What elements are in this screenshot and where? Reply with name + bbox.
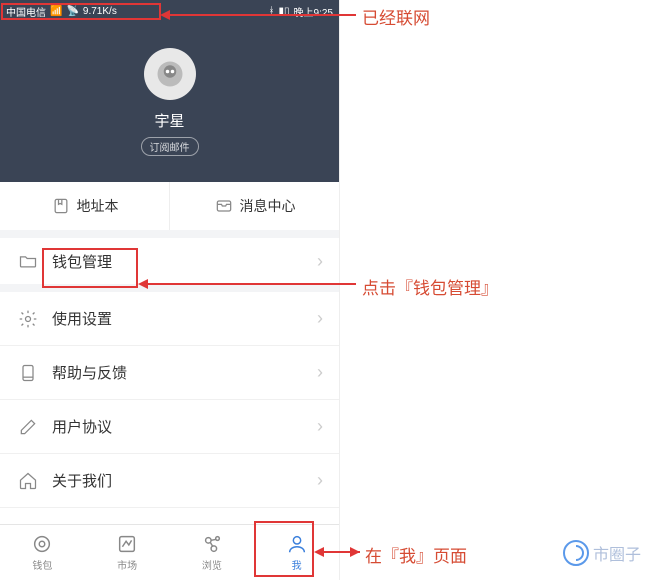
net-speed: 9.71K/s <box>83 6 117 17</box>
carrier-label: 中国电信 <box>6 4 46 19</box>
bookmark-icon <box>51 196 71 216</box>
inbox-icon <box>214 196 234 216</box>
avatar[interactable] <box>144 48 196 100</box>
annotation-networked-label: 已经联网 <box>362 4 430 29</box>
menu-about-us[interactable]: 关于我们 › <box>0 454 339 508</box>
menu-list: 钱包管理 › 使用设置 › 帮助与反馈 › 用户协议 › <box>0 238 339 508</box>
folder-icon <box>18 251 38 271</box>
message-center-label: 消息中心 <box>240 196 296 216</box>
watermark-text: 市圈子 <box>593 541 641 565</box>
me-tab-icon <box>286 533 308 555</box>
battery-icon: ▮▯ <box>279 6 290 17</box>
menu-help-feedback[interactable]: 帮助与反馈 › <box>0 346 339 400</box>
wifi-icon: 📡 <box>66 6 78 17</box>
quick-row: 地址本 消息中心 <box>0 182 339 238</box>
menu-wallet-manage[interactable]: 钱包管理 › <box>0 238 339 292</box>
tab-market-label: 市场 <box>117 557 137 572</box>
profile-header: 宇星 订阅邮件 <box>0 22 339 182</box>
edit-icon <box>18 417 38 437</box>
tab-me[interactable]: 我 <box>254 525 339 580</box>
chevron-right-icon: › <box>317 251 323 272</box>
tab-browse-label: 浏览 <box>202 557 222 572</box>
address-book-label: 地址本 <box>77 196 119 216</box>
market-tab-icon <box>116 533 138 555</box>
menu-usage-settings[interactable]: 使用设置 › <box>0 292 339 346</box>
menu-wallet-manage-label: 钱包管理 <box>52 251 112 272</box>
status-left: 中国电信 📶 📡 9.71K/s <box>6 4 117 19</box>
browse-tab-icon <box>201 533 223 555</box>
home-icon <box>18 471 38 491</box>
tab-wallet[interactable]: 钱包 <box>0 525 85 580</box>
annotation-click-wallet-label: 点击『钱包管理』 <box>362 274 498 299</box>
tab-browse[interactable]: 浏览 <box>170 525 255 580</box>
address-book-button[interactable]: 地址本 <box>0 182 169 230</box>
tab-bar: 钱包 市场 浏览 我 <box>0 524 339 580</box>
status-right: ᚼ ▮▯ 晚上9:25 <box>269 4 333 19</box>
chevron-right-icon: › <box>317 362 323 383</box>
username-label: 宇星 <box>154 110 184 131</box>
avatar-robot-icon <box>155 59 185 89</box>
chevron-right-icon: › <box>317 416 323 437</box>
bluetooth-icon: ᚼ <box>269 6 275 17</box>
menu-about-us-label: 关于我们 <box>52 470 112 491</box>
chevron-right-icon: › <box>317 470 323 491</box>
gear-icon <box>18 309 38 329</box>
menu-help-feedback-label: 帮助与反馈 <box>52 362 127 383</box>
wallet-tab-icon <box>31 533 53 555</box>
clock-label: 晚上9:25 <box>294 4 333 19</box>
phone-frame: 中国电信 📶 📡 9.71K/s ᚼ ▮▯ 晚上9:25 宇星 订阅邮件 地址本 <box>0 0 340 580</box>
signal-icon: 📶 <box>50 6 62 17</box>
watermark-logo-icon <box>563 540 589 566</box>
watermark: 市圈子 <box>563 540 641 566</box>
device-icon <box>18 363 38 383</box>
chevron-right-icon: › <box>317 308 323 329</box>
message-center-button[interactable]: 消息中心 <box>169 182 339 230</box>
subscribe-email-button[interactable]: 订阅邮件 <box>141 137 199 156</box>
tab-market[interactable]: 市场 <box>85 525 170 580</box>
tab-wallet-label: 钱包 <box>32 557 52 572</box>
status-bar: 中国电信 📶 📡 9.71K/s ᚼ ▮▯ 晚上9:25 <box>0 0 339 22</box>
tab-me-label: 我 <box>292 557 302 572</box>
annotation-me-page-label: 在『我』页面 <box>365 542 467 567</box>
menu-usage-settings-label: 使用设置 <box>52 308 112 329</box>
menu-user-agreement[interactable]: 用户协议 › <box>0 400 339 454</box>
menu-user-agreement-label: 用户协议 <box>52 416 112 437</box>
